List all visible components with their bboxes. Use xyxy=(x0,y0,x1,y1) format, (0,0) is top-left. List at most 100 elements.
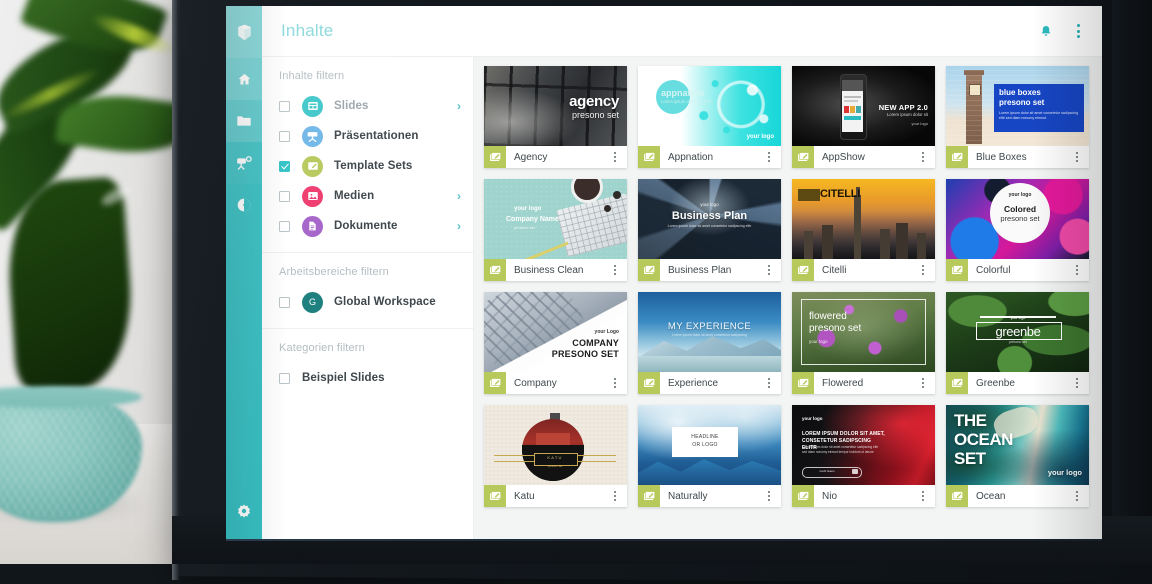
template-card-menu[interactable] xyxy=(1069,490,1089,502)
dot xyxy=(767,494,771,498)
dot xyxy=(1075,499,1079,502)
template-card-menu[interactable] xyxy=(915,264,935,276)
filter-row-beispiel-slides[interactable]: Beispiel Slides xyxy=(262,363,473,393)
template-thumbnail[interactable]: your logo Business Plan Lorem ipsum dolor … xyxy=(638,179,781,259)
filter-row-pr-sentationen[interactable]: Präsentationen xyxy=(262,121,473,151)
chevron-right-icon[interactable]: › xyxy=(457,99,461,113)
filter-checkbox[interactable] xyxy=(279,220,290,232)
template-card-menu[interactable] xyxy=(761,490,781,502)
template-card-menu[interactable] xyxy=(761,151,781,163)
template-card[interactable]: THE OCEAN SET your logo Ocean xyxy=(946,405,1089,507)
template-card[interactable]: flowered presono set your logo Flowered xyxy=(792,292,935,394)
filter-row-global-workspace[interactable]: G Global Workspace xyxy=(262,287,473,317)
template-card[interactable]: your logo greenbe presono set Greenbe xyxy=(946,292,1089,394)
filter-checkbox[interactable] xyxy=(279,190,290,202)
dot xyxy=(921,499,925,502)
notifications-button[interactable] xyxy=(1038,22,1054,40)
template-thumbnail[interactable]: agency presono set xyxy=(484,66,627,146)
template-edit-icon[interactable] xyxy=(638,259,660,281)
template-card[interactable]: appnation Lorem ipsum dolor sit amet your … xyxy=(638,66,781,168)
template-thumbnail[interactable]: MY EXPERIENCE Lorem ipsum dolor sit amet … xyxy=(638,292,781,372)
sidebar-item-home[interactable] xyxy=(226,58,262,100)
template-card-menu[interactable] xyxy=(607,264,627,276)
template-card[interactable]: blue boxes presono set Lorem ipsum dolor s… xyxy=(946,66,1089,168)
template-card[interactable]: HEADLINE OR LOGO Naturally xyxy=(638,405,781,507)
template-thumbnail[interactable]: blue boxes presono set Lorem ipsum dolor s… xyxy=(946,66,1089,146)
template-edit-icon[interactable] xyxy=(946,372,968,394)
template-edit-icon[interactable] xyxy=(792,485,814,507)
template-thumbnail[interactable]: your logo Company Name presono set xyxy=(484,179,627,259)
template-thumbnail[interactable]: your logo greenbe presono set xyxy=(946,292,1089,372)
template-card-menu[interactable] xyxy=(761,377,781,389)
template-edit-icon[interactable] xyxy=(946,259,968,281)
template-thumbnail[interactable]: flowered presono set your logo xyxy=(792,292,935,372)
template-thumbnail[interactable]: NEW APP 2.0 Lorem ipsum dolor sit your log… xyxy=(792,66,935,146)
filter-row-template-sets[interactable]: Template Sets xyxy=(262,151,473,181)
template-card[interactable]: MY EXPERIENCE Lorem ipsum dolor sit amet … xyxy=(638,292,781,394)
template-edit-icon[interactable] xyxy=(638,146,660,168)
template-card[interactable]: your logo Business Plan Lorem ipsum dolor … xyxy=(638,179,781,281)
template-card-menu[interactable] xyxy=(1069,377,1089,389)
filter-row-slides[interactable]: Slides › xyxy=(262,91,473,121)
template-thumbnail[interactable]: THE OCEAN SET your logo xyxy=(946,405,1089,485)
template-card-menu[interactable] xyxy=(761,264,781,276)
template-card[interactable]: KATU presono set Katu xyxy=(484,405,627,507)
template-edit-icon[interactable] xyxy=(484,146,506,168)
template-card[interactable]: CITELLI Citelli xyxy=(792,179,935,281)
template-card-footer: Katu xyxy=(484,485,627,507)
template-card-menu[interactable] xyxy=(915,490,935,502)
filter-checkbox[interactable] xyxy=(279,296,290,308)
template-thumbnail[interactable]: KATU presono set xyxy=(484,405,627,485)
dot xyxy=(613,155,617,159)
template-card[interactable]: NEW APP 2.0 Lorem ipsum dolor sit your log… xyxy=(792,66,935,168)
template-card[interactable]: your logo LOREM IPSUM DOLOR SIT AMET, CON… xyxy=(792,405,935,507)
sidebar-item-folder[interactable] xyxy=(226,100,262,142)
template-edit-icon[interactable] xyxy=(484,485,506,507)
template-card-menu[interactable] xyxy=(1069,151,1089,163)
filter-row-dokumente[interactable]: Dokumente › xyxy=(262,211,473,241)
filter-checkbox[interactable] xyxy=(279,130,290,142)
template-card-menu[interactable] xyxy=(607,490,627,502)
template-card[interactable]: your logo Company Name presono set Business… xyxy=(484,179,627,281)
template-thumbnail[interactable]: HEADLINE OR LOGO xyxy=(638,405,781,485)
template-card[interactable]: your logo Colored presono set Colorful xyxy=(946,179,1089,281)
filter-row-medien[interactable]: Medien › xyxy=(262,181,473,211)
filter-checkbox[interactable] xyxy=(279,100,290,112)
template-thumbnail[interactable]: your logo LOREM IPSUM DOLOR SIT AMET, CON… xyxy=(792,405,935,485)
template-thumbnail[interactable]: your Logo COMPANY PRESONO SET xyxy=(484,292,627,372)
chevron-right-icon[interactable]: › xyxy=(457,219,461,233)
filter-checkbox[interactable] xyxy=(279,372,290,384)
filter-section: Inhalte filtern Slides › Präsentationen Temp… xyxy=(262,57,473,252)
projector-icon xyxy=(236,156,252,170)
template-card-label: Blue Boxes xyxy=(976,151,1027,163)
sidebar-item-settings[interactable] xyxy=(226,491,262,531)
template-edit-icon[interactable] xyxy=(946,146,968,168)
template-edit-icon[interactable] xyxy=(792,259,814,281)
template-card-menu[interactable] xyxy=(607,151,627,163)
template-edit-icon[interactable] xyxy=(638,372,660,394)
template-card-menu[interactable] xyxy=(915,377,935,389)
template-card-menu[interactable] xyxy=(1069,264,1089,276)
sidebar-item-analytics[interactable] xyxy=(226,184,262,226)
template-thumbnail[interactable]: your logo Colored presono set xyxy=(946,179,1089,259)
template-card-menu[interactable] xyxy=(607,377,627,389)
chevron-right-icon[interactable]: › xyxy=(457,189,461,203)
template-thumbnail[interactable]: CITELLI xyxy=(792,179,935,259)
template-edit-icon[interactable] xyxy=(638,485,660,507)
template-card-menu[interactable] xyxy=(915,151,935,163)
template-edit-icon[interactable] xyxy=(792,372,814,394)
app-logo[interactable] xyxy=(226,6,262,58)
sidebar-item-presentations[interactable] xyxy=(226,142,262,184)
template-card[interactable]: agency presono set Agency xyxy=(484,66,627,168)
template-edit-icon[interactable] xyxy=(484,372,506,394)
filter-checkbox[interactable] xyxy=(279,160,290,172)
template-edit-icon[interactable] xyxy=(946,485,968,507)
dot xyxy=(1075,160,1079,163)
dot xyxy=(1075,494,1079,498)
template-edit-icon[interactable] xyxy=(792,146,814,168)
header-overflow-menu[interactable] xyxy=(1070,22,1086,40)
template-thumbnail[interactable]: appnation Lorem ipsum dolor sit amet your … xyxy=(638,66,781,146)
template-edit-icon[interactable] xyxy=(484,259,506,281)
content-area[interactable]: agency presono set Agency appnation Lorem ip… xyxy=(474,57,1102,539)
template-card[interactable]: your Logo COMPANY PRESONO SET Company xyxy=(484,292,627,394)
